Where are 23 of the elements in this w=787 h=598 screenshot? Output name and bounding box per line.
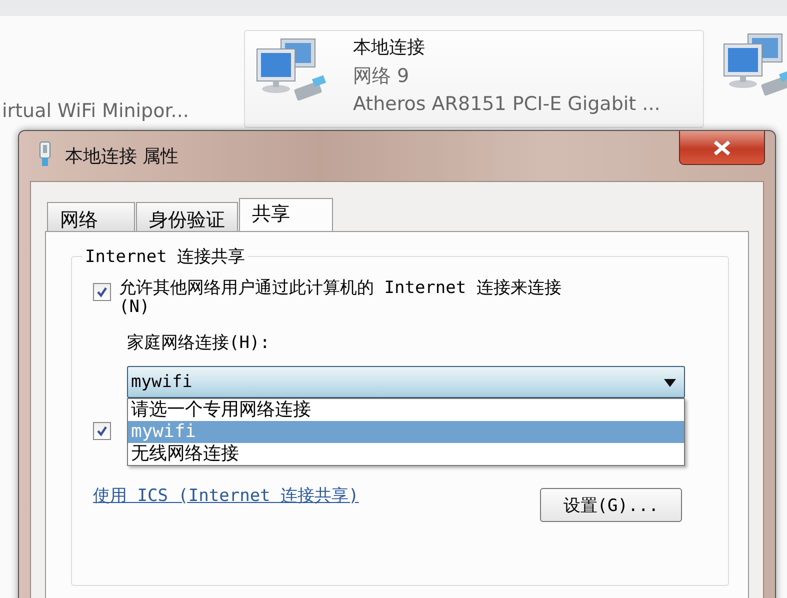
dropdown[interactable]: mywifi — [127, 366, 685, 398]
dropdown-option[interactable]: 无线网络连接 — [128, 443, 684, 465]
checkbox[interactable] — [93, 422, 111, 440]
close-button[interactable] — [679, 131, 765, 165]
checkmark-icon — [96, 425, 108, 437]
field-label: 家庭网络连接(H): — [127, 332, 271, 354]
checkbox-label: 允许其他网络用户通过此计算机的 Internet 连接来连接(N) — [119, 279, 562, 317]
close-icon — [712, 140, 732, 156]
adapter-card[interactable]: 本地连接 网络 9 Atheros AR8151 PCI-E Gigabit ... — [244, 30, 704, 128]
adapter-description: irtual WiFi Minipor... — [2, 100, 189, 122]
settings-button[interactable]: 设置(G)... — [540, 488, 682, 522]
tab[interactable]: 共享 — [239, 198, 333, 232]
adapter-description: Atheros AR8151 PCI-E Gigabit ... — [353, 93, 660, 115]
adapter-name: 本地连接 — [353, 36, 426, 59]
dropdown-option[interactable]: 请选一个专用网络连接 — [128, 399, 684, 421]
checkmark-icon — [96, 286, 108, 298]
help-link[interactable]: 使用 ICS (Internet 连接共享) — [93, 484, 359, 506]
group-title: Internet 连接共享 — [82, 245, 248, 268]
checkbox[interactable] — [93, 283, 111, 301]
tab[interactable]: 网络 — [47, 202, 135, 232]
window-title: 本地连接 属性 — [65, 145, 179, 168]
network-name: 网络 9 — [353, 64, 410, 89]
tab[interactable]: 身份验证 — [136, 202, 238, 232]
